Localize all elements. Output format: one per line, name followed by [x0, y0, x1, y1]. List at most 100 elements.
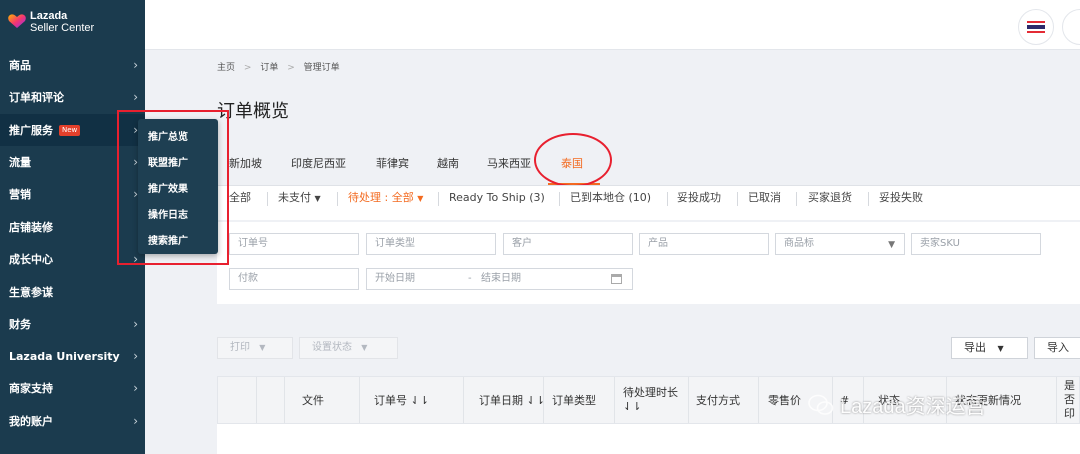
tab-country-malaysia[interactable]: 马来西亚	[487, 155, 531, 171]
sidebar-item-business-advisor[interactable]: 生意参谋	[0, 276, 145, 308]
sidebar-item-finance[interactable]: 财务 ›	[0, 308, 145, 340]
status-tab-unpaid[interactable]: 未支付 ▼	[278, 186, 321, 210]
date-range-picker[interactable]: 开始日期 - 结束日期	[366, 268, 633, 290]
sidebar-item-my-account[interactable]: 我的账户 ›	[0, 405, 145, 437]
calendar-icon	[611, 274, 622, 284]
language-selector[interactable]	[1018, 9, 1054, 45]
tab-country-indonesia[interactable]: 印度尼西亚	[291, 155, 346, 171]
divider	[337, 192, 338, 206]
order-number-input[interactable]: 订单号	[229, 233, 359, 255]
column-header-retail-price[interactable]: 零售价	[768, 377, 801, 423]
divider	[868, 192, 869, 206]
watermark: Lazada资深运营	[808, 390, 986, 419]
breadcrumb-orders[interactable]: 订单	[260, 63, 278, 73]
product-tag-label: 商品标	[784, 238, 814, 249]
caret-down-icon: ▼	[361, 343, 368, 352]
status-tab-ready-to-ship[interactable]: Ready To Ship (3)	[449, 186, 545, 210]
breadcrumb-current: 管理订单	[303, 63, 340, 73]
breadcrumb: 主页 > 订单 > 管理订单	[217, 60, 340, 73]
watermark-text: Lazada资深运营	[840, 396, 986, 418]
status-tab-returned[interactable]: 买家退货	[808, 186, 852, 210]
start-date-placeholder: 开始日期	[375, 273, 415, 284]
divider	[688, 377, 689, 423]
divider	[1056, 377, 1057, 423]
import-button[interactable]: 导入	[1034, 337, 1080, 359]
sidebar-item-label: 成长中心	[9, 253, 53, 266]
breadcrumb-separator: >	[243, 63, 252, 73]
sidebar-item-label: 财务	[9, 318, 31, 331]
divider	[737, 192, 738, 206]
sidebar-item-lazada-university[interactable]: Lazada University ›	[0, 340, 145, 372]
divider	[256, 377, 257, 423]
chevron-right-icon: ›	[133, 381, 138, 395]
column-header-is-printed[interactable]: 是否 印	[1064, 377, 1079, 423]
sidebar-item-label: 商家支持	[9, 382, 53, 395]
lazada-logo[interactable]: Lazada Seller Center	[8, 10, 94, 34]
sidebar-item-label: 营销	[9, 188, 31, 201]
column-header-order-date[interactable]: 订单日期 ⇃⇂	[479, 377, 545, 423]
column-header-file[interactable]: 文件	[302, 377, 324, 423]
export-button[interactable]: 导出 ▼	[951, 337, 1028, 359]
top-bar	[145, 0, 1080, 50]
set-status-button[interactable]: 设置状态 ▼	[299, 337, 398, 359]
sidebar-item-products[interactable]: 商品 ›	[0, 49, 145, 81]
import-label: 导入	[1047, 341, 1069, 354]
breadcrumb-separator: >	[287, 63, 295, 73]
wechat-icon	[808, 394, 834, 415]
export-label: 导出	[964, 341, 986, 354]
column-header-pending-duration[interactable]: 待处理时长 ⇃⇂	[623, 377, 678, 423]
divider	[796, 192, 797, 206]
divider	[559, 192, 560, 206]
print-button[interactable]: 打印 ▼	[217, 337, 293, 359]
column-header-order-number[interactable]: 订单号 ⇃⇂	[374, 377, 429, 423]
status-tab-all[interactable]: 全部	[229, 186, 251, 210]
column-header-label: 是否	[1064, 379, 1075, 406]
chevron-right-icon: ›	[133, 317, 138, 331]
order-type-input[interactable]: 订单类型	[366, 233, 496, 255]
divider	[614, 377, 615, 423]
status-tabs: 全部 未支付 ▼ 待处理 : 全部 ▼ Ready To Ship (3) 已到…	[217, 186, 1080, 220]
sidebar-item-orders[interactable]: 订单和评论 ›	[0, 81, 145, 113]
breadcrumb-home[interactable]: 主页	[217, 63, 235, 73]
set-status-label: 设置状态	[312, 342, 352, 353]
status-tab-pending[interactable]: 待处理 : 全部 ▼	[348, 186, 423, 210]
caret-down-icon: ▼	[997, 344, 1004, 353]
payment-input[interactable]: 付款	[229, 268, 359, 290]
logo-line1: Lazada	[30, 10, 68, 22]
column-header-payment-method[interactable]: 支付方式	[696, 377, 740, 423]
annotation-circle	[534, 133, 612, 187]
divider	[667, 192, 668, 206]
divider	[463, 377, 464, 423]
tab-country-singapore[interactable]: 新加坡	[229, 155, 262, 171]
caret-down-icon: ▼	[888, 240, 895, 250]
orders-table-body	[217, 424, 1080, 454]
sidebar-item-label: Lazada University	[9, 349, 120, 363]
divider	[359, 377, 360, 423]
status-tab-label: 待处理 : 全部	[348, 191, 414, 204]
sidebar-item-label: 我的账户	[9, 415, 53, 428]
seller-sku-input[interactable]: 卖家SKU	[911, 233, 1041, 255]
status-tab-cancelled[interactable]: 已取消	[748, 186, 781, 210]
tab-country-vietnam[interactable]: 越南	[437, 155, 459, 171]
sidebar-item-label: 推广服务	[9, 124, 53, 137]
product-input[interactable]: 产品	[639, 233, 769, 255]
divider	[438, 192, 439, 206]
status-tab-delivered[interactable]: 妥投成功	[677, 186, 721, 210]
chevron-right-icon: ›	[133, 90, 138, 104]
divider	[543, 377, 544, 423]
column-header-order-type[interactable]: 订单类型	[552, 377, 596, 423]
column-header-label: 印	[1064, 407, 1075, 420]
status-tab-arrived[interactable]: 已到本地仓 (10)	[570, 186, 651, 210]
sidebar-item-label: 流量	[9, 156, 31, 169]
lazada-heart-icon	[8, 13, 26, 29]
new-badge: New	[59, 124, 81, 136]
product-tag-select[interactable]: 商品标 ▼	[775, 233, 905, 255]
sidebar-item-label: 商品	[9, 59, 31, 72]
date-range-separator: -	[468, 273, 472, 284]
customer-input[interactable]: 客户	[503, 233, 633, 255]
divider	[267, 192, 268, 206]
status-tab-failed[interactable]: 妥投失败	[879, 186, 923, 210]
caret-down-icon: ▼	[314, 194, 321, 203]
tab-country-philippines[interactable]: 菲律宾	[376, 155, 409, 171]
sidebar-item-seller-support[interactable]: 商家支持 ›	[0, 372, 145, 404]
